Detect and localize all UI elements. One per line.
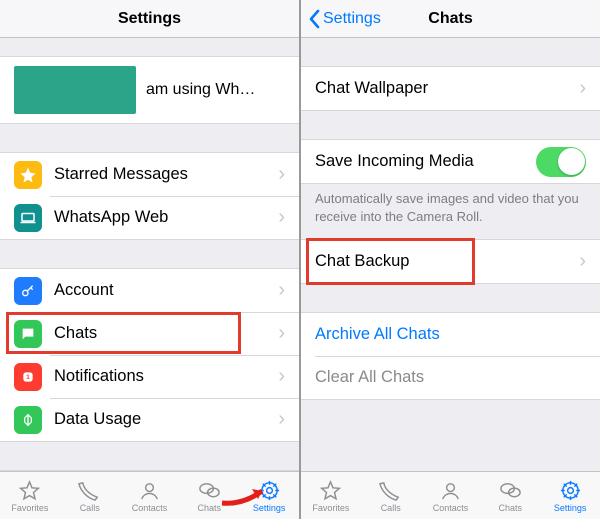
archive-label: Archive All Chats <box>315 325 586 344</box>
back-button[interactable]: Settings <box>301 9 381 29</box>
wallpaper-label: Chat Wallpaper <box>315 79 573 98</box>
nav-bar: Settings Chats <box>301 0 600 38</box>
starred-group: Starred Messages › WhatsApp Web › <box>0 152 299 240</box>
tab-settings-label: Settings <box>554 503 587 513</box>
tab-contacts-label: Contacts <box>433 503 469 513</box>
settings-screen: Settings am using Wh… Starred Messages › <box>0 0 300 519</box>
save-media-note: Automatically save images and video that… <box>301 184 600 225</box>
chevron-right-icon: › <box>573 250 586 273</box>
tab-chats[interactable]: Chats <box>480 472 540 519</box>
backup-group: Chat Backup › <box>301 239 600 284</box>
account-cell[interactable]: Account › <box>0 269 299 312</box>
chats-cell[interactable]: Chats › <box>0 312 299 355</box>
about-group: i About and Help › <box>0 470 299 471</box>
tab-calls-label: Calls <box>80 503 100 513</box>
whatsapp-web[interactable]: WhatsApp Web › <box>0 196 299 239</box>
chevron-right-icon: › <box>272 206 285 229</box>
save-media-cell[interactable]: Save Incoming Media <box>301 140 600 183</box>
tab-contacts[interactable]: Contacts <box>120 472 180 519</box>
archive-all-cell[interactable]: Archive All Chats <box>301 313 600 356</box>
back-label: Settings <box>323 10 381 28</box>
media-group: Save Incoming Media <box>301 139 600 184</box>
tab-calls[interactable]: Calls <box>60 472 120 519</box>
profile-group: am using Wh… <box>0 56 299 124</box>
notifications-label: Notifications <box>54 367 272 386</box>
clear-all-cell[interactable]: Clear All Chats <box>301 356 600 399</box>
tab-bar: Favorites Calls Contacts Chats Settings <box>301 471 600 519</box>
nav-bar: Settings <box>0 0 299 38</box>
tab-chats[interactable]: Chats <box>179 472 239 519</box>
chats-content: Chat Wallpaper › Save Incoming Media Aut… <box>301 38 600 471</box>
avatar <box>14 66 136 114</box>
account-label: Account <box>54 281 272 300</box>
tab-chats-label: Chats <box>198 503 222 513</box>
main-settings-group: Account › Chats › 1 Notifications › <box>0 268 299 442</box>
tab-favorites[interactable]: Favorites <box>301 472 361 519</box>
settings-content: am using Wh… Starred Messages › WhatsApp <box>0 38 299 471</box>
svg-text:1: 1 <box>26 374 30 381</box>
tab-settings[interactable]: Settings <box>239 472 299 519</box>
starred-label: Starred Messages <box>54 165 272 184</box>
archive-group: Archive All Chats Clear All Chats <box>301 312 600 400</box>
chat-backup-cell[interactable]: Chat Backup › <box>301 240 600 283</box>
data-usage-cell[interactable]: Data Usage › <box>0 398 299 441</box>
chats-settings-screen: Settings Chats Chat Wallpaper › Save Inc… <box>300 0 600 519</box>
star-icon <box>14 161 42 189</box>
tab-settings-label: Settings <box>253 503 286 513</box>
notifications-cell[interactable]: 1 Notifications › <box>0 355 299 398</box>
chevron-right-icon: › <box>272 163 285 186</box>
chevron-right-icon: › <box>573 77 586 100</box>
clear-label: Clear All Chats <box>315 368 586 387</box>
tab-contacts[interactable]: Contacts <box>421 472 481 519</box>
data-label: Data Usage <box>54 410 272 429</box>
chevron-right-icon: › <box>272 279 285 302</box>
save-media-label: Save Incoming Media <box>315 152 536 171</box>
chat-wallpaper-cell[interactable]: Chat Wallpaper › <box>301 67 600 110</box>
tab-favorites[interactable]: Favorites <box>0 472 60 519</box>
backup-label: Chat Backup <box>315 252 573 271</box>
web-label: WhatsApp Web <box>54 208 272 227</box>
tab-chats-label: Chats <box>499 503 523 513</box>
chat-icon <box>14 320 42 348</box>
laptop-icon <box>14 204 42 232</box>
chevron-right-icon: › <box>272 408 285 431</box>
tab-bar: Favorites Calls Contacts Chats Settings <box>0 471 299 519</box>
key-icon <box>14 277 42 305</box>
chevron-right-icon: › <box>272 322 285 345</box>
tab-contacts-label: Contacts <box>132 503 168 513</box>
page-title: Settings <box>0 10 299 28</box>
save-media-toggle[interactable] <box>536 147 586 177</box>
tab-settings[interactable]: Settings <box>540 472 600 519</box>
tab-favorites-label: Favorites <box>11 503 48 513</box>
profile-cell[interactable]: am using Wh… <box>0 57 299 123</box>
chats-label: Chats <box>54 324 272 343</box>
notification-icon: 1 <box>14 363 42 391</box>
profile-status: am using Wh… <box>146 81 285 99</box>
wallpaper-group: Chat Wallpaper › <box>301 66 600 111</box>
tab-favorites-label: Favorites <box>312 503 349 513</box>
chevron-right-icon: › <box>272 365 285 388</box>
tab-calls-label: Calls <box>381 503 401 513</box>
starred-messages[interactable]: Starred Messages › <box>0 153 299 196</box>
data-icon <box>14 406 42 434</box>
tab-calls[interactable]: Calls <box>361 472 421 519</box>
